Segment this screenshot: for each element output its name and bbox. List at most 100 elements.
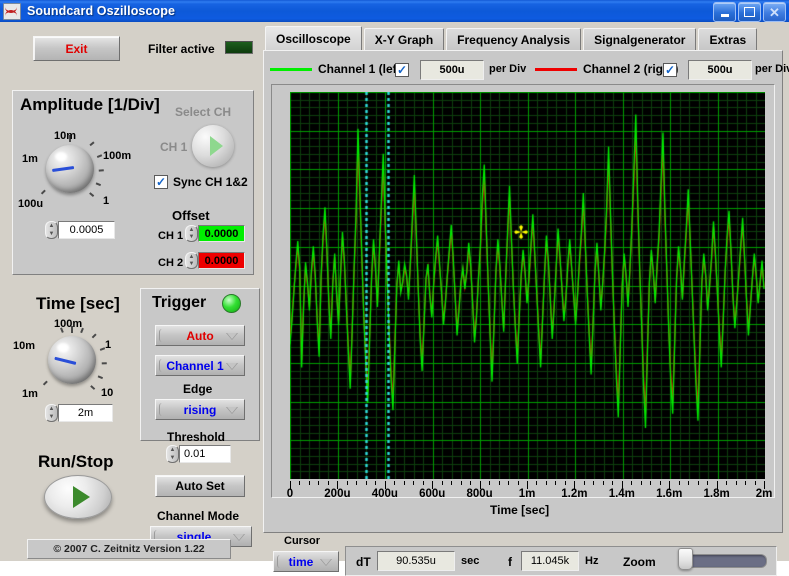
offset-ch1-value[interactable]: 0.0000 (198, 225, 245, 242)
offset-ch1-field[interactable]: ▲ ▼ 0.0000 (185, 225, 245, 242)
x-tick (375, 481, 377, 485)
x-tick (545, 481, 547, 485)
x-tick-label: 800u (466, 488, 493, 500)
time-value[interactable]: 2m (58, 404, 113, 422)
select-ch-pointer-icon (210, 136, 223, 156)
filter-active-label: Filter active (148, 42, 215, 56)
exit-button-label: Exit (65, 41, 88, 56)
chevron-down-icon (226, 332, 238, 340)
tab-extras[interactable]: Extras (698, 28, 758, 51)
time-knob[interactable] (48, 336, 96, 384)
amplitude-tick-10m: 10m (54, 130, 77, 142)
x-tick (659, 481, 661, 485)
x-tick (602, 481, 604, 485)
minimize-button[interactable] (713, 2, 736, 22)
channel2-scale-field[interactable]: 500u (688, 60, 752, 80)
window-client-area: Exit Filter active Amplitude [1/Div] 10m… (0, 22, 789, 576)
trigger-edge-value: rising (183, 402, 217, 417)
time-spinner[interactable]: ▲ ▼ (45, 404, 58, 422)
x-tick (403, 481, 405, 485)
channel2-enable-checkbox[interactable]: ✓ (663, 63, 677, 77)
x-tick-label: 1.2m (561, 488, 588, 500)
x-tick (612, 481, 614, 485)
trigger-threshold-value[interactable]: 0.01 (179, 445, 231, 463)
offset-ch2-value[interactable]: 0.0000 (198, 252, 245, 269)
amplitude-tick-1m: 1m (22, 153, 38, 165)
tab-frequency-analysis-label: Frequency Analysis (457, 33, 571, 47)
channel2-scale-value: 500u (707, 64, 733, 76)
x-tick (460, 481, 462, 485)
x-tick (593, 481, 595, 485)
channel1-scale-field[interactable]: 500u (420, 60, 484, 80)
x-tick (489, 481, 491, 485)
close-icon: ✕ (769, 4, 780, 20)
amplitude-knob[interactable] (46, 145, 94, 193)
minimize-icon (720, 13, 729, 17)
select-ch-knob[interactable] (192, 125, 234, 167)
x-tick-label: 1.4m (608, 488, 635, 500)
tab-signalgenerator-label: Signalgenerator (594, 33, 686, 47)
x-tick (441, 481, 443, 485)
amplitude-knob-pointer (52, 166, 75, 173)
x-tick (631, 481, 633, 485)
tab-oscilloscope-label: Oscilloscope (276, 32, 351, 46)
x-tick (394, 481, 396, 485)
channel1-scale-value: 500u (439, 64, 465, 76)
x-tick-label: 200u (324, 488, 351, 500)
zoom-slider-thumb[interactable] (678, 548, 693, 570)
tab-signalgenerator[interactable]: Signalgenerator (583, 28, 697, 51)
x-tick (517, 481, 519, 485)
x-tick (650, 481, 652, 485)
offset-ch1-label: CH 1 (158, 230, 184, 242)
amplitude-value-field[interactable]: ▲ ▼ 0.0005 (45, 221, 115, 239)
copyright-bar: © 2007 C. Zeitnitz Version 1.22 (27, 539, 231, 559)
channel1-enable-checkbox[interactable]: ✓ (395, 63, 409, 77)
trigger-source-dropdown[interactable]: Channel 1 (155, 355, 245, 376)
offset-ch2-field[interactable]: ▲ ▼ 0.0000 (185, 252, 245, 269)
x-tick-label: 2m (755, 488, 773, 500)
auto-set-button[interactable]: Auto Set (155, 475, 245, 497)
trigger-mode-value: Auto (186, 328, 214, 343)
channel2-color-swatch (535, 68, 577, 71)
trigger-threshold-spinner[interactable]: ▲ ▼ (166, 445, 179, 463)
trigger-mode-dropdown[interactable]: Auto (155, 325, 245, 346)
amplitude-spinner[interactable]: ▲ ▼ (45, 221, 58, 239)
dt-value: 90.535u (396, 555, 436, 567)
f-value-field[interactable]: 11.045k (521, 551, 579, 571)
f-value: 11.045k (530, 555, 570, 567)
time-knob-pointer (54, 356, 77, 365)
trigger-edge-dropdown[interactable]: rising (155, 399, 245, 420)
cursor-mode-dropdown[interactable]: time (273, 551, 339, 572)
offset-ch2-spinner[interactable]: ▲ ▼ (185, 252, 198, 269)
run-stop-button[interactable] (44, 475, 112, 519)
tab-xy-graph[interactable]: X-Y Graph (363, 28, 445, 51)
tab-strip: Oscilloscope X-Y Graph Frequency Analysi… (265, 26, 759, 51)
x-tick (754, 481, 756, 485)
amplitude-value[interactable]: 0.0005 (58, 221, 115, 239)
dt-value-field[interactable]: 90.535u (377, 551, 455, 571)
x-tick (697, 481, 699, 485)
x-axis-tick-labels: 0 200u 400u 600u 800u 1m 1.2m 1.4m 1.6m 1.8m 2m (287, 488, 773, 502)
amplitude-tick-100m: 100m (103, 150, 132, 162)
trigger-threshold-field[interactable]: ▲ ▼ 0.01 (166, 445, 231, 463)
time-tick-100m: 100m (54, 318, 83, 330)
offset-ch1-spinner[interactable]: ▲ ▼ (185, 225, 198, 242)
offset-ch2-label: CH 2 (158, 257, 184, 269)
maximize-button[interactable] (738, 2, 761, 22)
sync-channels-checkbox[interactable]: ✓ (154, 175, 168, 189)
tab-oscilloscope[interactable]: Oscilloscope (265, 26, 362, 51)
close-button[interactable]: ✕ (763, 2, 786, 22)
exit-button[interactable]: Exit (33, 36, 120, 61)
x-tick (422, 481, 424, 485)
time-value-field[interactable]: ▲ ▼ 2m (45, 404, 113, 422)
x-tick (555, 481, 557, 485)
x-tick (356, 481, 358, 485)
x-tick (508, 481, 510, 485)
x-tick-label: 1m (518, 488, 536, 500)
run-stop-label: Run/Stop (38, 452, 114, 471)
play-icon (73, 486, 90, 508)
oscilloscope-canvas[interactable] (290, 92, 765, 479)
x-tick (346, 481, 348, 485)
tab-frequency-analysis[interactable]: Frequency Analysis (446, 28, 582, 51)
x-tick (583, 481, 585, 485)
